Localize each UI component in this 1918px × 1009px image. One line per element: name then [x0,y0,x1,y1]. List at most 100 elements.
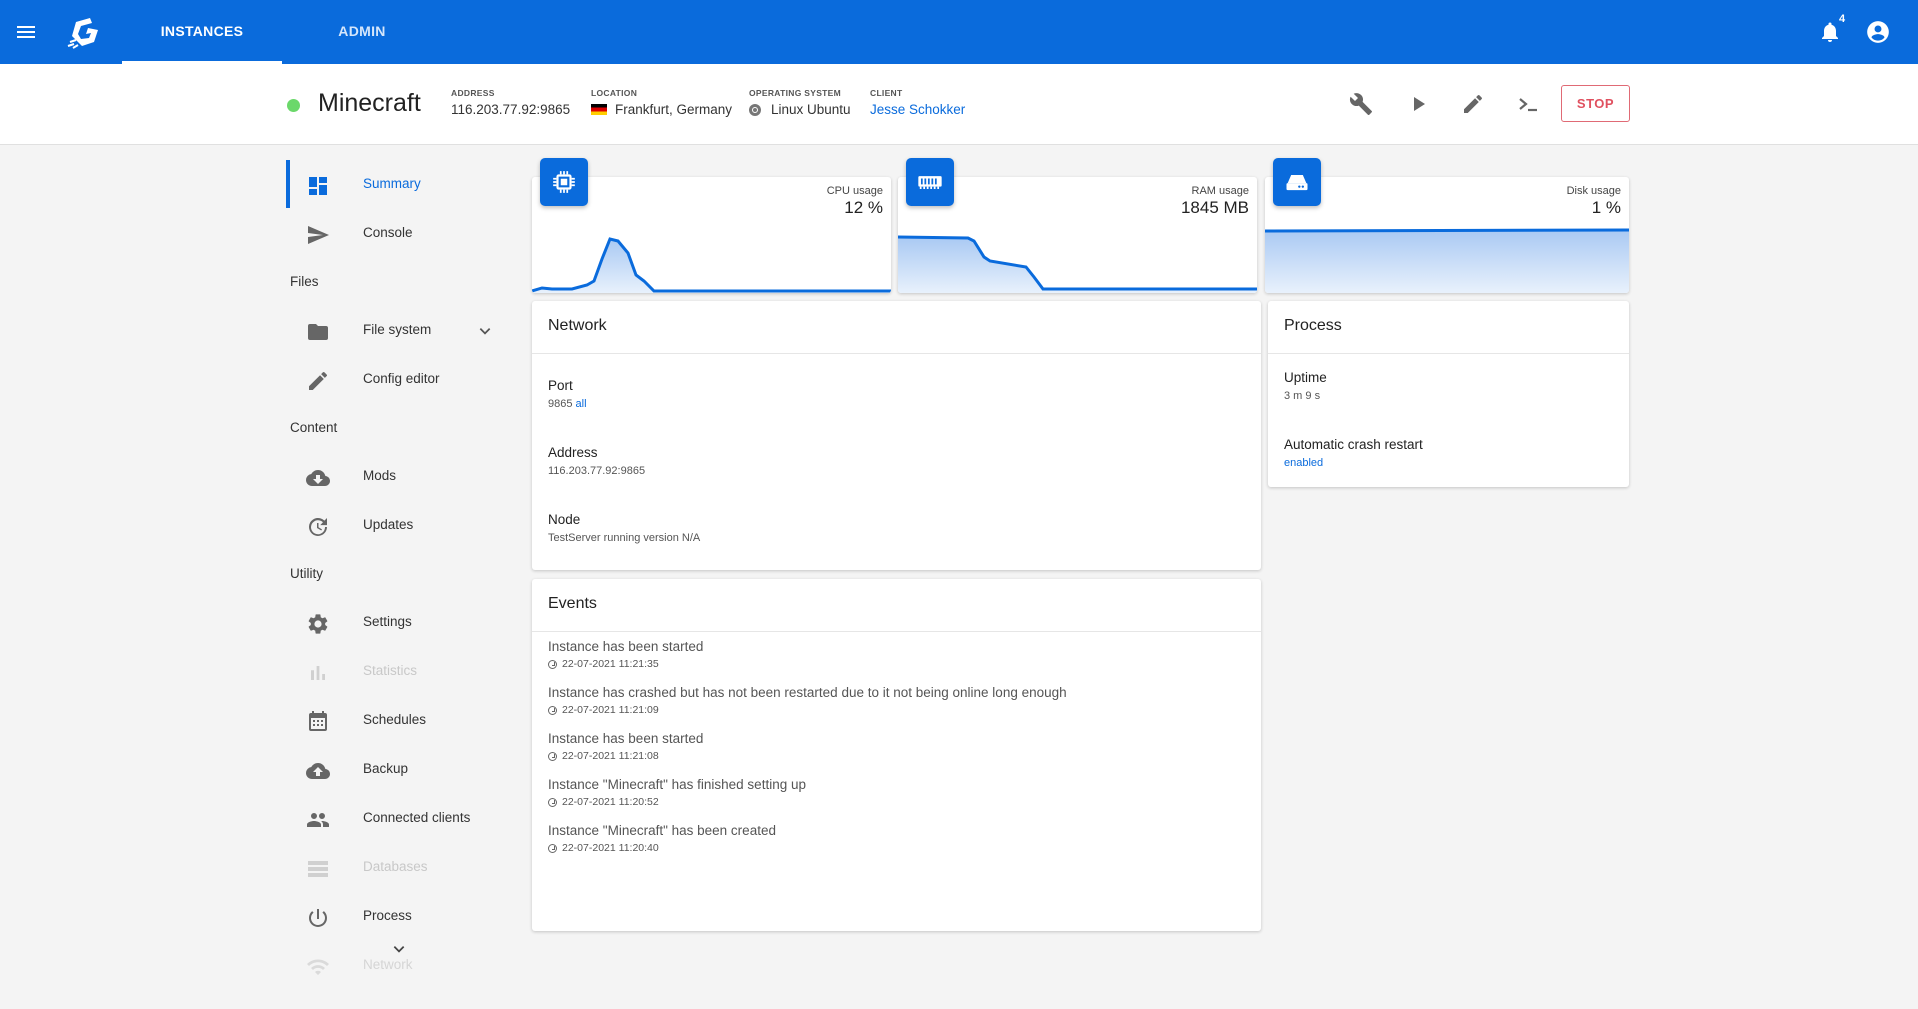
node-label: Node [548,512,581,527]
stop-button[interactable]: STOP [1561,85,1630,122]
clock-icon [548,751,557,761]
instance-name: Minecraft [318,89,421,117]
update-icon [309,517,327,536]
port-value: 9865 [548,398,573,410]
os-value: Linux Ubuntu [771,102,851,117]
events-card: Events Instance has been started 22-07-2… [532,579,1261,931]
disk-icon [1273,158,1321,206]
divider [532,631,1261,632]
event-timestamp: 22-07-2021 11:21:09 [562,704,659,716]
account-circle-icon[interactable] [1865,19,1891,45]
cloud-download-icon [306,470,330,486]
sidebar-item-label: Summary [363,176,421,191]
sidebar-item-label: Config editor [363,371,440,386]
address-meta: ADDRESS 116.203.77.92:9865 [451,88,570,117]
address-value: 116.203.77.92:9865 [451,102,571,117]
client-link[interactable]: Jesse Schokker [870,102,965,117]
event-timestamp: 22-07-2021 11:20:52 [562,796,659,808]
hamburger-menu-icon[interactable] [14,20,38,44]
port-scope: all [575,398,587,410]
event-title: Instance has been started [548,731,704,746]
divider [1268,353,1629,354]
event-time: 22-07-2021 11:20:40 [548,842,659,854]
calendar-icon [309,711,327,731]
database-icon [308,861,328,877]
sidebar-item-label: Network [363,957,413,972]
sidebar-item-updates[interactable]: Updates [286,501,506,549]
send-icon [308,226,329,244]
uptime-value: 3 m 9 s [1284,390,1321,402]
clock-icon [548,797,557,807]
clock-icon [548,843,557,853]
germany-flag-icon [591,104,607,115]
app-logo[interactable] [64,12,104,52]
wifi-icon [307,959,329,975]
event-title: Instance has been started [548,639,704,654]
sidebar-item-label: Process [363,908,412,923]
process-title: Process [1284,317,1342,334]
event-timestamp: 22-07-2021 11:20:40 [562,842,659,854]
sidebar-item-label: Backup [363,761,409,776]
chevron-down-icon[interactable] [478,324,492,338]
start-button[interactable] [1404,90,1432,118]
uptime-label: Uptime [1284,370,1327,385]
clock-icon [548,705,557,715]
pencil-icon [1464,94,1482,113]
client-label: CLIENT [870,88,903,98]
event-timestamp: 22-07-2021 11:21:35 [562,658,659,670]
sidebar-item-statistics: Statistics [286,647,506,695]
sidebar-item-databases: Databases [286,843,506,891]
address-label: ADDRESS [451,88,495,98]
event-time: 22-07-2021 11:21:08 [548,750,659,762]
folder-icon [308,324,328,340]
cloud-upload-icon [306,763,330,779]
sidebar-section-utility: Utility [290,566,323,581]
sidebar-item-console[interactable]: Console [286,209,506,257]
sidebar-item-mods[interactable]: Mods [286,452,506,500]
location-label: LOCATION [591,88,638,98]
sidebar-item-config-editor[interactable]: Config editor [286,355,506,403]
events-title: Events [548,595,597,612]
sidebar-item-label: Schedules [363,712,427,727]
node-value: TestServer running version N/A [548,532,701,544]
ubuntu-icon [749,103,761,116]
tab-admin[interactable]: ADMIN [290,0,434,64]
sidebar-item-label: Console [363,225,413,240]
event-title: Instance has crashed but has not been re… [548,685,1067,700]
instance-status-indicator [287,99,300,112]
people-icon [307,813,329,827]
location-value: Frankfurt, Germany [615,102,733,117]
edit-instance-button[interactable] [1459,90,1487,118]
instance-header: Minecraft ADDRESS 116.203.77.92:9865 LOC… [0,64,1918,145]
sidebar-item-schedules[interactable]: Schedules [286,696,506,744]
location-meta: LOCATION Frankfurt, Germany [591,88,732,117]
wrench-button[interactable] [1347,90,1375,118]
port-value-row: 9865 all [548,398,587,410]
console-button[interactable] [1515,90,1543,118]
tab-instances[interactable]: INSTANCES [122,0,282,64]
sidebar-item-label: Updates [363,517,414,532]
sidebar-item-label: Mods [363,468,397,483]
sidebar-section-files: Files [290,274,319,289]
os-label: OPERATING SYSTEM [749,88,842,98]
sidebar-section-content: Content [290,420,338,435]
crash-restart-label: Automatic crash restart [1284,437,1423,452]
sidebar-item-process[interactable]: Process [286,892,506,940]
address-label: Address [548,445,598,460]
sidebar-item-settings[interactable]: Settings [286,598,506,646]
address-value: 116.203.77.92:9865 [548,465,646,477]
pencil-icon [309,371,327,390]
sidebar-item-backup[interactable]: Backup [286,745,506,793]
sidebar-item-summary[interactable]: Summary [286,160,506,208]
top-app-bar: INSTANCES ADMIN 4 [0,0,1918,64]
instance-sidebar: Summary Console Files File system Config… [286,160,506,975]
client-meta: CLIENT Jesse Schokker [870,88,965,117]
chevron-down-icon[interactable] [392,942,406,956]
sidebar-item-label: Connected clients [363,810,471,825]
crash-restart-value: enabled [1284,457,1324,469]
event-title: Instance "Minecraft" has been created [548,823,776,838]
sidebar-item-file-system[interactable]: File system [286,306,506,354]
sidebar-item-label: Statistics [363,663,418,678]
sidebar-item-connected-clients[interactable]: Connected clients [286,794,506,842]
power-icon [309,909,327,927]
